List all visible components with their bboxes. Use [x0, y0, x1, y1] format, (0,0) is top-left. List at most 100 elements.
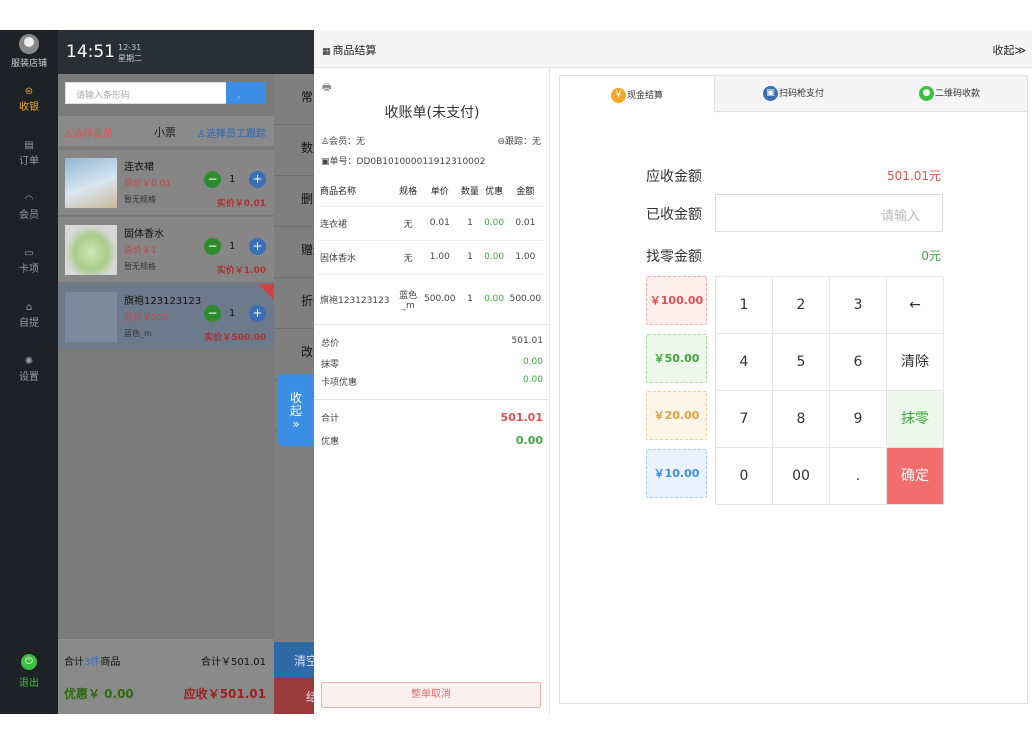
key-2[interactable]: 2: [773, 277, 830, 334]
barcode-search-input[interactable]: 请输入条形码 ⌕: [65, 82, 266, 104]
quick-amount-20[interactable]: ￥20.00: [646, 391, 707, 440]
cell: 旗袍123123123: [318, 273, 396, 324]
cell: 500.00: [506, 273, 544, 324]
backspace-key[interactable]: ←: [887, 277, 944, 334]
change-label: 找零金额: [646, 249, 702, 265]
nav-orders[interactable]: ▤ 订单: [0, 128, 58, 182]
settle-button[interactable]: 结算: [274, 678, 314, 714]
cell: 0.00: [481, 205, 507, 240]
clear-button[interactable]: 清空: [274, 642, 314, 678]
col-header: 单价: [430, 187, 449, 198]
scanner-icon: ▣: [762, 86, 778, 101]
product-placeholder-image: [65, 292, 117, 342]
quick-amount-50[interactable]: ￥50.00: [646, 334, 707, 383]
modal-title: ▦ 商品结算: [322, 42, 377, 58]
app: 服装店铺 ⊜ 收银 ▤ 订单 ◠ 会员 ▭ 卡项 ⌂ 自提 ✺ 设置 ⏻ 退出 14:51 1…: [0, 0, 1032, 750]
cart-item-selected[interactable]: 旗袍123123123 原价￥500 蓝色_m −1 + 实价￥500.00: [58, 284, 274, 350]
cart-panel: 请输入条形码 ⌕ ♙选择会员 小票 ♙选择员工跟踪 连衣裙 原价￥0.01 暂无规…: [58, 74, 274, 714]
count-prefix: 合计: [64, 657, 84, 668]
op-quantity[interactable]: 数量: [274, 125, 314, 176]
store-logo[interactable]: 服装店铺: [0, 30, 58, 74]
select-staff-button[interactable]: ♙选择员工跟踪: [197, 125, 266, 140]
nav-settings[interactable]: ✺ 设置: [0, 344, 58, 398]
key-4[interactable]: 4: [716, 334, 773, 391]
op-gift[interactable]: 赠送: [274, 227, 314, 278]
receipt-order-no: ▣单号：DD0B101000011912310002: [321, 157, 486, 167]
discount-value: 0.00: [515, 434, 543, 447]
receipt-grand-total: 合计 501.01: [321, 411, 543, 424]
key-5[interactable]: 5: [773, 334, 830, 391]
key-7[interactable]: 7: [716, 391, 773, 448]
exit-button[interactable]: ⏻ 退出: [0, 642, 58, 714]
nav-members[interactable]: ◠ 会员: [0, 182, 58, 236]
summary-total-price: 总价 501.01: [321, 336, 543, 349]
selected-corner-icon: [258, 284, 274, 300]
printer-icon[interactable]: 🖶: [322, 80, 331, 97]
cell: 0.01: [506, 205, 544, 240]
clear-key[interactable]: 清除: [887, 334, 944, 391]
tab-qrcode[interactable]: ● 二维码收款: [872, 76, 1027, 112]
key-6[interactable]: 6: [830, 334, 887, 391]
key-9[interactable]: 9: [830, 391, 887, 448]
op-change-price[interactable]: 改价: [274, 329, 314, 380]
quick-amount-100[interactable]: ￥100.00: [646, 276, 707, 325]
item-real-price: 实价￥0.01: [216, 199, 266, 209]
summary-label: 抹零: [321, 360, 340, 370]
select-member-button[interactable]: ♙选择会员: [64, 125, 113, 140]
nav-label: 卡项: [19, 264, 39, 275]
minus-icon[interactable]: −: [204, 171, 221, 188]
item-name: 固体香水: [124, 229, 164, 240]
total-label: 合计: [321, 414, 340, 424]
plus-icon[interactable]: +: [249, 171, 266, 188]
cell: 固体香水: [318, 239, 396, 274]
select-member-label: 选择会员: [72, 129, 113, 140]
cart-item[interactable]: 固体香水 原价￥1 暂无规格 −1 + 实价￥1.00: [58, 217, 274, 283]
orders-icon: ▤: [24, 140, 34, 151]
moling-key[interactable]: 抹零: [887, 391, 944, 448]
clock-time: 14:51: [66, 42, 115, 62]
key-dot[interactable]: .: [830, 448, 887, 505]
search-button[interactable]: ⌕: [226, 82, 266, 104]
cancel-order-button[interactable]: 整单取消: [321, 682, 541, 708]
cell: 1: [458, 273, 482, 324]
item-spec: 蓝色_m: [124, 329, 152, 338]
op-discount[interactable]: 折扣: [274, 278, 314, 329]
nav-pickup[interactable]: ⌂ 自提: [0, 290, 58, 344]
minus-icon[interactable]: −: [204, 305, 221, 322]
key-8[interactable]: 8: [773, 391, 830, 448]
nav-cards[interactable]: ▭ 卡项: [0, 236, 58, 290]
paid-amount-input[interactable]: 请输入: [715, 194, 943, 232]
nav-cashier[interactable]: ⊜ 收银: [0, 74, 58, 128]
table-row: 固体香水无 1.00 1 0.00 1.00: [318, 239, 544, 274]
op-delete[interactable]: 删除: [274, 176, 314, 227]
op-common[interactable]: 常用: [274, 74, 314, 125]
tab-cash[interactable]: ¥ 现金结算: [560, 76, 715, 113]
checkout-modal: ▦ 商品结算 收起≫ 🖶 收账单(未支付) ♙会员：无 ⊖跟踪：无 ▣单号：DD0…: [314, 30, 1032, 714]
cell: 1: [458, 205, 482, 240]
product-image: [65, 225, 117, 275]
key-3[interactable]: 3: [830, 277, 887, 334]
ticket-label[interactable]: 小票: [154, 124, 176, 140]
item-spec: 暂无规格: [124, 195, 156, 204]
plus-icon[interactable]: +: [249, 238, 266, 255]
minus-icon[interactable]: −: [204, 238, 221, 255]
cell: 1: [458, 239, 482, 274]
collapse-tab[interactable]: 收起»: [278, 374, 314, 446]
key-0[interactable]: 0: [716, 448, 773, 505]
confirm-key[interactable]: 确定: [887, 448, 944, 505]
date-text: 12-31: [118, 43, 142, 52]
table-header-row: 商品名称 规格 单价 数量 优惠 金额: [318, 176, 544, 206]
nav-label: 收银: [19, 102, 39, 113]
count-suffix: 商品: [100, 657, 121, 668]
modal-collapse-button[interactable]: 收起≫: [992, 42, 1026, 58]
quantity-stepper: −1 +: [204, 305, 266, 323]
quick-amount-10[interactable]: ￥10.00: [646, 449, 707, 498]
tab-label: 二维码收款: [934, 89, 980, 99]
top-bar: 14:51 12-31 星期二: [58, 30, 314, 74]
key-00[interactable]: 00: [773, 448, 830, 505]
cart-item[interactable]: 连衣裙 原价￥0.01 暂无规格 −1 + 实价￥0.01: [58, 150, 274, 216]
plus-icon[interactable]: +: [249, 305, 266, 322]
key-1[interactable]: 1: [716, 277, 773, 334]
tab-scanner[interactable]: ▣ 扫码枪支付: [716, 76, 871, 112]
pickup-icon: ⌂: [25, 302, 33, 313]
